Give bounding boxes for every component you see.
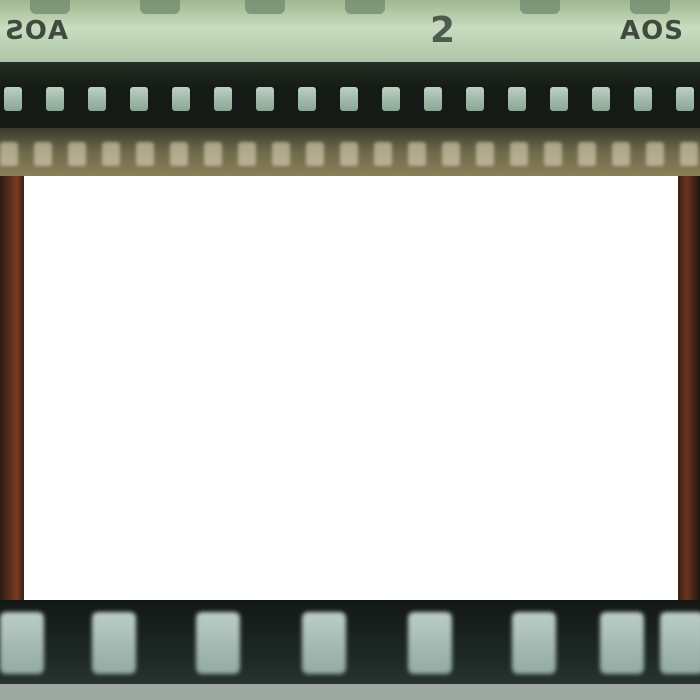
blank-frame — [24, 176, 678, 600]
blurred-sprocket-hole — [0, 142, 18, 166]
sprocket-hole — [46, 87, 64, 111]
sprocket-hole — [130, 87, 148, 111]
sprocket-hole — [592, 87, 610, 111]
sprocket-hole — [508, 87, 526, 111]
blurred-sprocket-hole — [272, 142, 290, 166]
blurred-sprocket-hole — [510, 142, 528, 166]
frame-right-border — [678, 176, 700, 600]
bottom-sprocket-hole — [92, 612, 136, 674]
sprocket-hole — [340, 87, 358, 111]
film-top-strip: AOS 2 AOS — [0, 0, 700, 62]
blurred-sprocket-hole — [544, 142, 562, 166]
bottom-sprocket-hole — [196, 612, 240, 674]
sprocket-hole — [88, 87, 106, 111]
sprocket-hole — [676, 87, 694, 111]
blurred-sprocket-hole — [408, 142, 426, 166]
film-frame-number: 2 — [430, 10, 456, 51]
blurred-sprocket-hole — [136, 142, 154, 166]
blurred-sprocket-hole — [374, 142, 392, 166]
film-edge-code-left: AOS — [4, 16, 68, 46]
bottom-sprocket-hole — [302, 612, 346, 674]
bottom-sprocket-hole — [408, 612, 452, 674]
sprocket-hole — [382, 87, 400, 111]
blurred-sprocket-hole — [578, 142, 596, 166]
blurred-sprocket-hole — [442, 142, 460, 166]
sprocket-hole — [466, 87, 484, 111]
top-tab — [520, 0, 560, 14]
sprocket-hole — [550, 87, 568, 111]
blurred-sprocket-hole — [204, 142, 222, 166]
blurred-sprocket-hole — [68, 142, 86, 166]
sprocket-band — [0, 62, 700, 128]
blurred-sprocket-hole — [102, 142, 120, 166]
film-strip-frame: AOS 2 AOS — [0, 0, 700, 700]
blurred-sprocket-hole — [476, 142, 494, 166]
sprocket-hole — [214, 87, 232, 111]
film-bottom-edge — [0, 684, 700, 700]
sprocket-hole — [172, 87, 190, 111]
sprocket-hole — [634, 87, 652, 111]
top-tab — [140, 0, 180, 14]
blurred-sprocket-band — [0, 128, 700, 176]
blurred-sprocket-hole — [34, 142, 52, 166]
sprocket-hole — [298, 87, 316, 111]
film-edge-code-right: AOS — [620, 16, 684, 46]
sprocket-hole — [424, 87, 442, 111]
top-tab — [245, 0, 285, 14]
blurred-sprocket-hole — [340, 142, 358, 166]
top-tab — [630, 0, 670, 14]
frame-left-border — [0, 176, 24, 600]
bottom-sprocket-hole — [600, 612, 644, 674]
sprocket-hole — [256, 87, 274, 111]
top-tab — [30, 0, 70, 14]
top-tab — [345, 0, 385, 14]
bottom-sprocket-hole — [0, 612, 44, 674]
bottom-sprocket-hole — [660, 612, 700, 674]
bottom-sprocket-hole — [512, 612, 556, 674]
blurred-sprocket-hole — [306, 142, 324, 166]
sprocket-hole — [4, 87, 22, 111]
blurred-sprocket-hole — [680, 142, 698, 166]
blurred-sprocket-hole — [238, 142, 256, 166]
blurred-sprocket-hole — [646, 142, 664, 166]
blurred-sprocket-hole — [170, 142, 188, 166]
blurred-sprocket-hole — [612, 142, 630, 166]
